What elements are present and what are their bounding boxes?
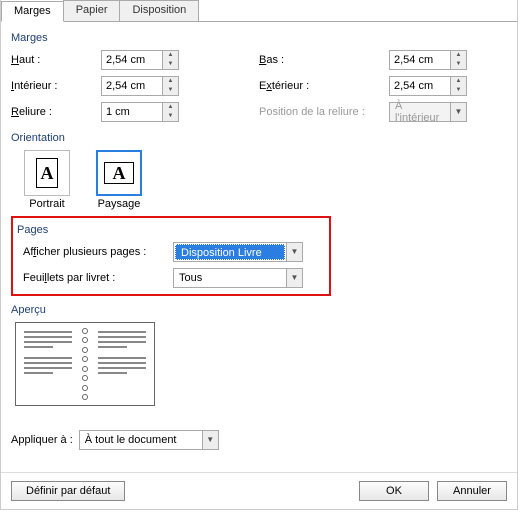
group-orientation-label: Orientation [11,132,507,144]
spinner-bottom[interactable]: ▲▼ [389,50,467,70]
select-apply-to[interactable]: À tout le document ▼ [79,430,219,450]
preview-page-left [16,323,80,405]
spinner-arrows[interactable]: ▲▼ [162,77,178,95]
tab-disposition[interactable]: Disposition [119,0,199,21]
group-marges-label: Marges [11,32,507,44]
group-pages-label: Pages [17,224,323,236]
group-apercu-label: Aperçu [11,304,507,316]
spinner-top[interactable]: ▲▼ [101,50,179,70]
input-gutter[interactable] [102,103,162,121]
spinner-exterior[interactable]: ▲▼ [389,76,467,96]
page-landscape-icon: A [104,162,134,184]
select-multi-pages-value: Disposition Livre [175,244,285,260]
tab-papier[interactable]: Papier [63,0,121,21]
orientation-portrait-label: Portrait [29,198,64,210]
select-gutter-pos: À l'intérieur ▼ [389,102,467,122]
spinner-arrows[interactable]: ▲▼ [162,51,178,69]
label-apply-to: Appliquer à : [11,434,73,446]
dialog-button-bar: Définir par défaut OK Annuler [1,472,517,509]
spinner-interior[interactable]: ▲▼ [101,76,179,96]
label-gutter-pos: Position de la reliure : [259,106,389,118]
orientation-paysage-label: Paysage [98,198,141,210]
chevron-down-icon: ▼ [450,103,466,121]
page-setup-dialog: Marges Papier Disposition Marges Haut : … [0,0,518,510]
spinner-arrows[interactable]: ▲▼ [450,51,466,69]
input-bottom[interactable] [390,51,450,69]
orientation-portrait[interactable]: A Portrait [17,150,77,210]
input-interior[interactable] [102,77,162,95]
tab-marges[interactable]: Marges [1,1,64,22]
select-sheets-value: Tous [174,272,286,284]
label-multi-pages: Afficher plusieurs pages : [23,246,173,258]
cancel-button[interactable]: Annuler [437,481,507,501]
set-default-button[interactable]: Définir par défaut [11,481,125,501]
chevron-down-icon[interactable]: ▼ [286,269,302,287]
ok-button[interactable]: OK [359,481,429,501]
orientation-paysage[interactable]: A Paysage [89,150,149,210]
preview-binding-icon [80,323,90,405]
label-interior: Intérieur : [11,80,101,92]
label-gutter: Reliure : [11,106,101,118]
label-top: Haut : [11,54,101,66]
highlighted-pages-section: Pages Afficher plusieurs pages : Disposi… [11,216,331,296]
tab-strip: Marges Papier Disposition [1,0,517,22]
label-exterior: Extérieur : [259,80,389,92]
label-bottom: Bas : [259,54,389,66]
input-top[interactable] [102,51,162,69]
spinner-arrows[interactable]: ▲▼ [450,77,466,95]
spinner-arrows[interactable]: ▲▼ [162,103,178,121]
select-sheets[interactable]: Tous ▼ [173,268,303,288]
chevron-down-icon[interactable]: ▼ [202,431,218,449]
select-multi-pages[interactable]: Disposition Livre ▼ [173,242,303,262]
select-apply-to-value: À tout le document [80,434,202,446]
preview-page-right [90,323,154,405]
select-gutter-pos-value: À l'intérieur [390,100,450,124]
label-sheets: Feuillets par livret : [23,272,173,284]
preview-booklet [15,322,155,406]
page-portrait-icon: A [36,158,58,188]
input-exterior[interactable] [390,77,450,95]
chevron-down-icon[interactable]: ▼ [286,243,302,261]
spinner-gutter[interactable]: ▲▼ [101,102,179,122]
